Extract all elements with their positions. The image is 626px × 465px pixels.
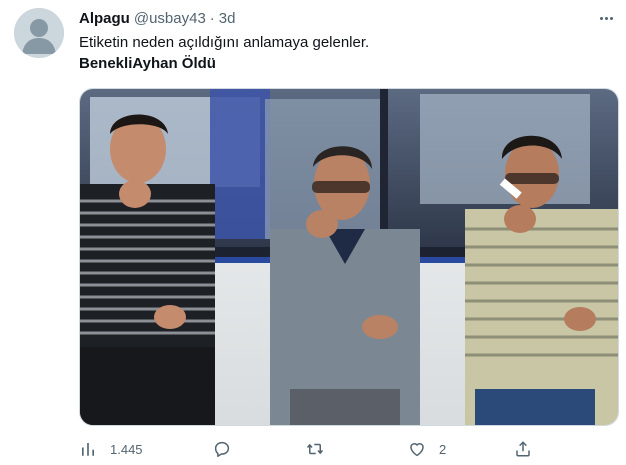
views-button[interactable]: 1.445 [79, 438, 143, 460]
author-display-name[interactable]: Alpagu [79, 10, 130, 27]
tweet-text: Etiketin neden açıldığını anlamaya gelen… [79, 34, 370, 51]
tweet-header: Alpagu @usbay43 · 3d [79, 8, 235, 28]
default-avatar-icon [14, 8, 64, 58]
like-count: 2 [439, 441, 447, 457]
tweet-actions: 1.445 2 [79, 438, 619, 460]
share-button[interactable] [514, 438, 545, 460]
reply-button[interactable] [213, 438, 244, 460]
heart-icon [410, 443, 424, 457]
more-icon[interactable] [596, 10, 616, 26]
tweet-photo[interactable] [79, 88, 619, 426]
separator-dot: · [209, 9, 215, 27]
photo-three-men-bus [80, 89, 618, 425]
reply-icon [214, 441, 230, 458]
retweet-button[interactable] [306, 438, 337, 460]
tweet-card[interactable]: Alpagu @usbay43 · 3d Etiketin neden açıl… [0, 0, 626, 465]
avatar[interactable] [14, 8, 64, 58]
views-count: 1.445 [110, 441, 143, 457]
bar-chart-icon [82, 443, 94, 456]
retweet-icon [306, 443, 324, 455]
share-icon [516, 441, 530, 457]
like-button[interactable]: 2 [408, 438, 446, 460]
tweet-timestamp[interactable]: 3d [219, 10, 236, 27]
author-handle[interactable]: @usbay43 [134, 10, 206, 27]
tweet-text-hashtag-line[interactable]: BenekliAyhan Öldü [79, 54, 216, 74]
